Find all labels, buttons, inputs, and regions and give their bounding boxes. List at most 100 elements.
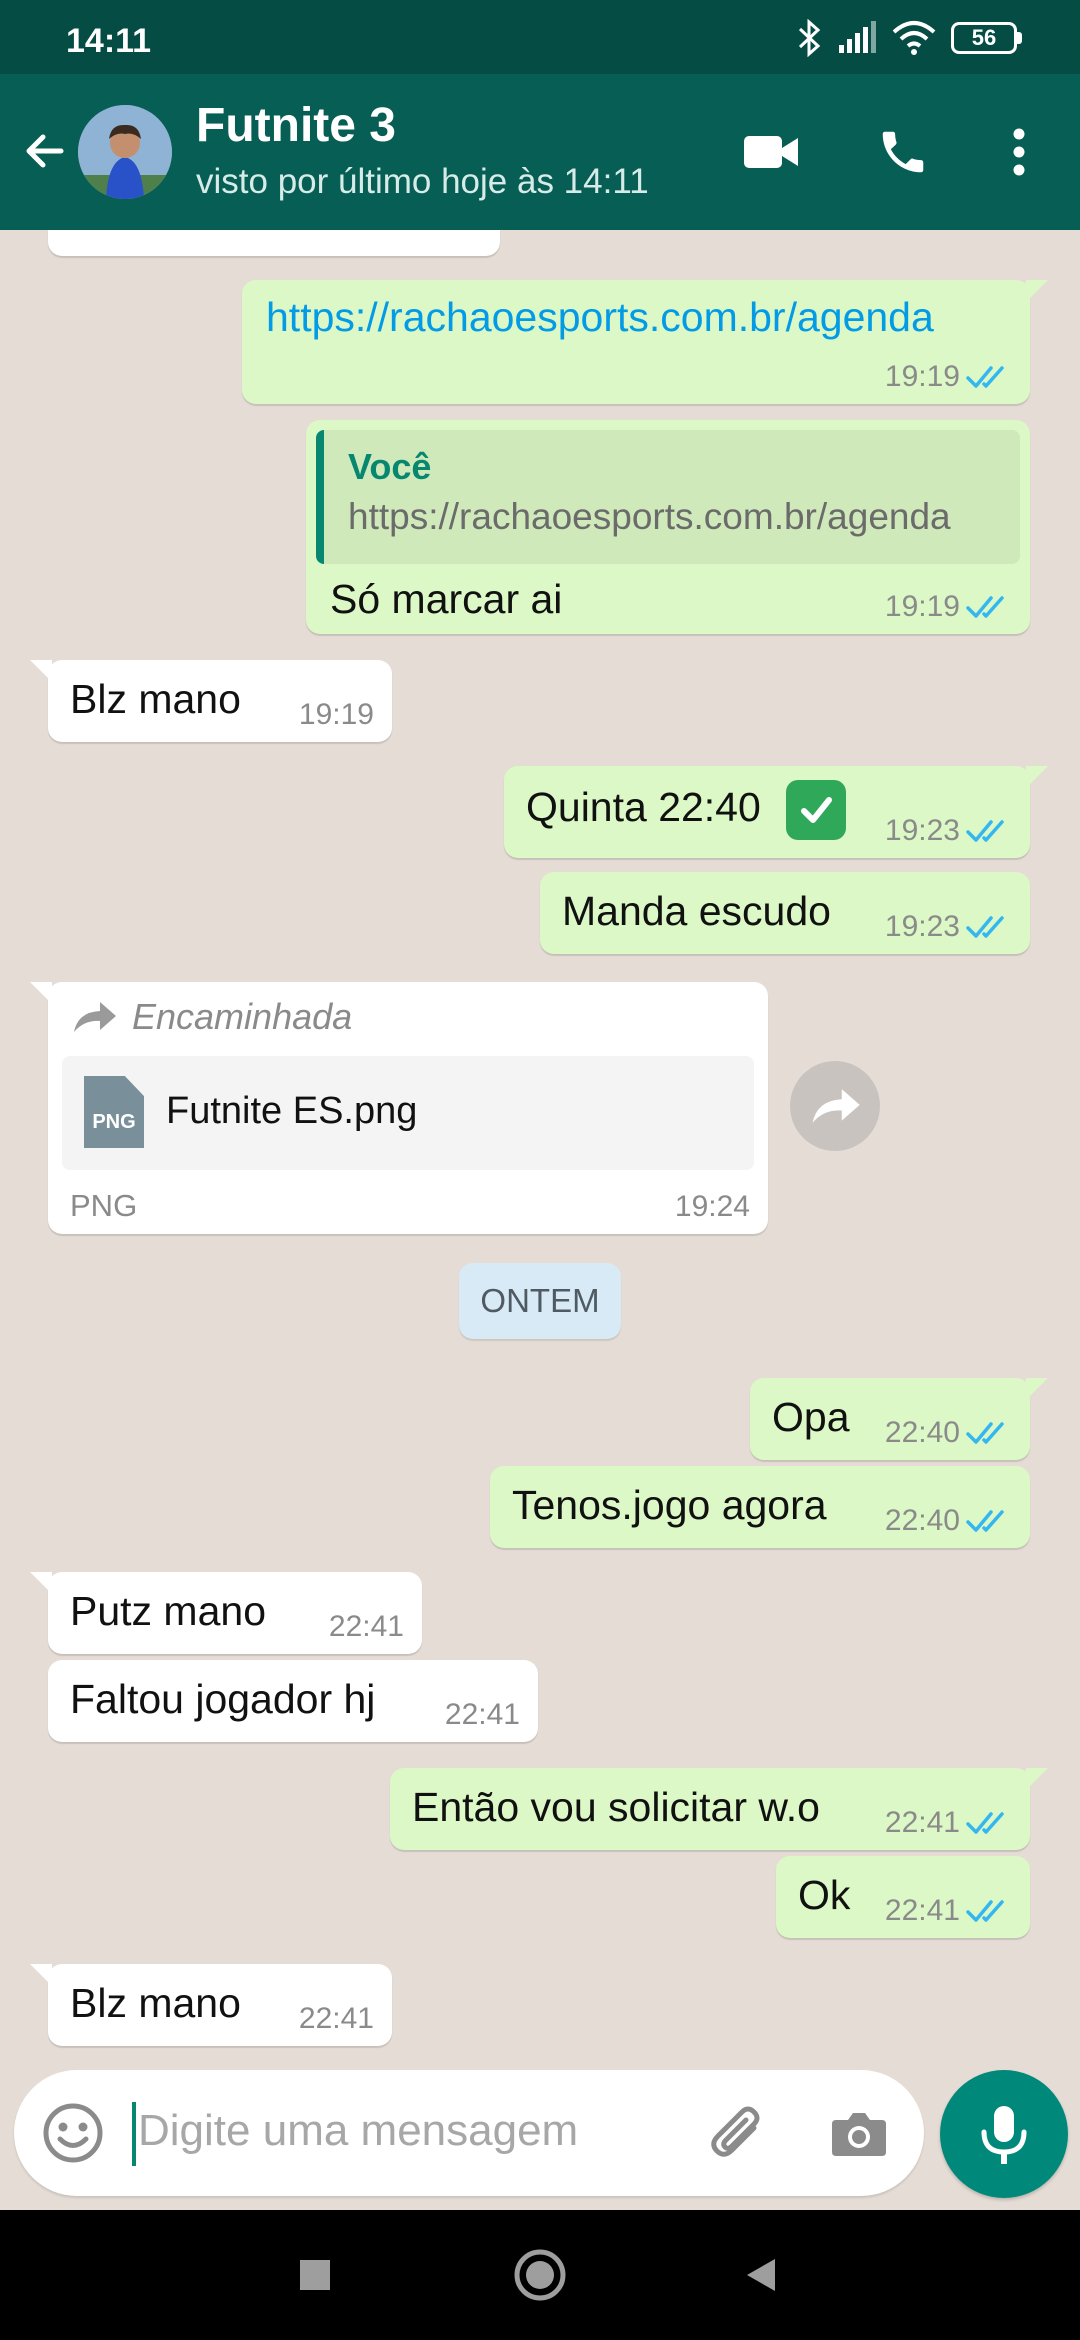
camera-button[interactable] bbox=[824, 2098, 894, 2168]
contact-name[interactable]: Futnite 3 bbox=[196, 98, 396, 153]
message-text: Putz mano bbox=[70, 1588, 266, 1634]
message-text: Quinta 22:40 bbox=[526, 784, 761, 830]
message-bubble-outgoing[interactable]: Então vou solicitar w.o 22:41 bbox=[390, 1768, 1048, 1850]
file-attachment[interactable]: PNG Futnite ES.png bbox=[62, 1056, 754, 1170]
emoji-icon bbox=[43, 2103, 103, 2163]
battery-level: 56 bbox=[971, 25, 997, 50]
message-time: 19:19 bbox=[298, 698, 374, 731]
file-badge: PNG bbox=[92, 1111, 136, 1133]
double-check-icon bbox=[966, 1422, 1004, 1444]
message-meta: 19:24 bbox=[675, 1190, 750, 1224]
message-meta: 19:23 bbox=[885, 910, 1012, 944]
contact-avatar[interactable] bbox=[78, 105, 172, 199]
message-bubble-incoming[interactable]: Blz mano 22:41 bbox=[30, 1964, 392, 2046]
message-composer[interactable]: Digite uma mensagem bbox=[14, 2070, 924, 2196]
message-list[interactable]: https://rachaoesports.com.br/agenda 19:1… bbox=[0, 230, 1080, 2070]
message-bubble-outgoing[interactable]: Tenos.jogo agora 22:40 bbox=[490, 1466, 1030, 1548]
double-check-icon bbox=[966, 820, 1004, 842]
message-meta: 22:40 bbox=[885, 1504, 1012, 1538]
message-time: 22:41 bbox=[884, 1806, 960, 1839]
quote-text: https://rachaoesports.com.br/agenda bbox=[348, 496, 951, 537]
mic-button[interactable] bbox=[940, 2070, 1068, 2198]
video-call-button[interactable] bbox=[736, 118, 808, 186]
back-button[interactable] bbox=[14, 120, 76, 182]
voice-call-button[interactable] bbox=[868, 118, 938, 186]
check-mark-emoji bbox=[786, 780, 846, 840]
message-bubble-outgoing[interactable]: https://rachaoesports.com.br/agenda 19:1… bbox=[242, 280, 1048, 404]
message-time: 22:40 bbox=[884, 1504, 960, 1537]
message-text: Faltou jogador hj bbox=[70, 1676, 376, 1722]
double-check-icon bbox=[966, 596, 1004, 618]
message-bubble-outgoing[interactable]: Quinta 22:40 19:23 bbox=[504, 766, 1048, 858]
attach-button[interactable] bbox=[704, 2098, 774, 2168]
file-icon: PNG bbox=[84, 1076, 144, 1148]
message-meta: 22:41 bbox=[299, 2002, 374, 2036]
home-icon bbox=[514, 2249, 566, 2301]
message-bubble-incoming[interactable]: Faltou jogador hj 22:41 bbox=[48, 1660, 538, 1742]
back-nav-button[interactable] bbox=[726, 2240, 796, 2310]
recents-icon bbox=[300, 2260, 330, 2290]
forwarded-label: Encaminhada bbox=[132, 996, 353, 1037]
message-input[interactable]: Digite uma mensagem bbox=[138, 2106, 578, 2156]
message-text: Ok bbox=[798, 1872, 851, 1918]
emoji-button[interactable] bbox=[40, 2100, 106, 2166]
video-call-icon bbox=[744, 136, 798, 168]
message-meta: 19:23 bbox=[885, 814, 1012, 848]
bluetooth-icon bbox=[798, 19, 821, 57]
back-arrow-icon bbox=[26, 134, 64, 168]
message-bubble-outgoing[interactable]: Ok 22:41 bbox=[776, 1856, 1030, 1938]
quoted-message[interactable]: Você https://rachaoesports.com.br/agenda bbox=[316, 430, 1020, 564]
more-options-icon bbox=[1013, 128, 1025, 176]
message-bubble-file[interactable]: Encaminhada PNG Futnite ES.png PNG 19:24 bbox=[30, 982, 768, 1234]
text-cursor bbox=[132, 2102, 136, 2166]
message-meta: 22:41 bbox=[885, 1806, 1012, 1840]
status-time: 14:11 bbox=[66, 22, 152, 60]
message-time: 19:23 bbox=[884, 814, 960, 847]
message-time: 22:40 bbox=[884, 1416, 960, 1449]
message-bubble-incoming[interactable]: Blz mano 19:19 bbox=[30, 660, 392, 742]
file-name: Futnite ES.png bbox=[166, 1090, 418, 1132]
message-text: Manda escudo bbox=[562, 888, 831, 934]
message-link[interactable]: https://rachaoesports.com.br/agenda bbox=[266, 294, 934, 341]
attach-icon bbox=[711, 2106, 760, 2157]
camera-icon bbox=[832, 2113, 886, 2156]
status-bar: 14:11 56 bbox=[0, 0, 1080, 74]
signal-icon bbox=[839, 21, 876, 53]
home-button[interactable] bbox=[505, 2240, 575, 2310]
forwarded-label-row: Encaminhada bbox=[70, 996, 352, 1038]
message-meta: 22:41 bbox=[885, 1894, 1012, 1928]
message-time: 19:23 bbox=[884, 910, 960, 943]
message-meta: 19:19 bbox=[885, 360, 1012, 394]
double-check-icon bbox=[966, 1812, 1004, 1834]
last-seen-status: visto por último hoje às 14:11 bbox=[196, 162, 649, 201]
system-navigation-bar bbox=[0, 2210, 1080, 2340]
message-time: 22:41 bbox=[328, 1610, 404, 1643]
double-check-icon bbox=[966, 1510, 1004, 1532]
message-bubble-outgoing[interactable]: Opa 22:40 bbox=[750, 1378, 1048, 1460]
message-time: 19:19 bbox=[884, 360, 960, 393]
file-type: PNG bbox=[70, 1188, 138, 1223]
message-time: 22:41 bbox=[884, 1894, 960, 1927]
message-bubble-outgoing[interactable]: Manda escudo 19:23 bbox=[540, 872, 1030, 954]
forward-button[interactable] bbox=[790, 1061, 880, 1151]
message-text: Blz mano bbox=[70, 1980, 241, 2026]
message-time: 22:41 bbox=[298, 2002, 374, 2035]
message-text: Só marcar ai bbox=[330, 576, 563, 622]
double-check-icon bbox=[966, 916, 1004, 938]
quote-author: Você bbox=[348, 446, 432, 487]
date-divider: ONTEM bbox=[459, 1263, 621, 1339]
message-time: 19:19 bbox=[884, 590, 960, 623]
check-mark-emoji-icon bbox=[801, 797, 832, 823]
message-meta: 22:41 bbox=[329, 1610, 404, 1644]
message-meta: 22:40 bbox=[885, 1416, 1012, 1450]
message-meta: 19:19 bbox=[885, 590, 1012, 624]
status-icons: 56 bbox=[797, 18, 1022, 58]
message-text: Blz mano bbox=[70, 676, 241, 722]
message-bubble-reply[interactable]: Você https://rachaoesports.com.br/agenda… bbox=[306, 420, 1030, 634]
recents-button[interactable] bbox=[280, 2240, 350, 2310]
message-time: 22:41 bbox=[444, 1698, 520, 1731]
more-options-button[interactable] bbox=[990, 118, 1048, 186]
double-check-icon bbox=[966, 1900, 1004, 1922]
message-bubble-incoming[interactable]: Putz mano 22:41 bbox=[30, 1572, 422, 1654]
back-icon bbox=[747, 2259, 775, 2291]
